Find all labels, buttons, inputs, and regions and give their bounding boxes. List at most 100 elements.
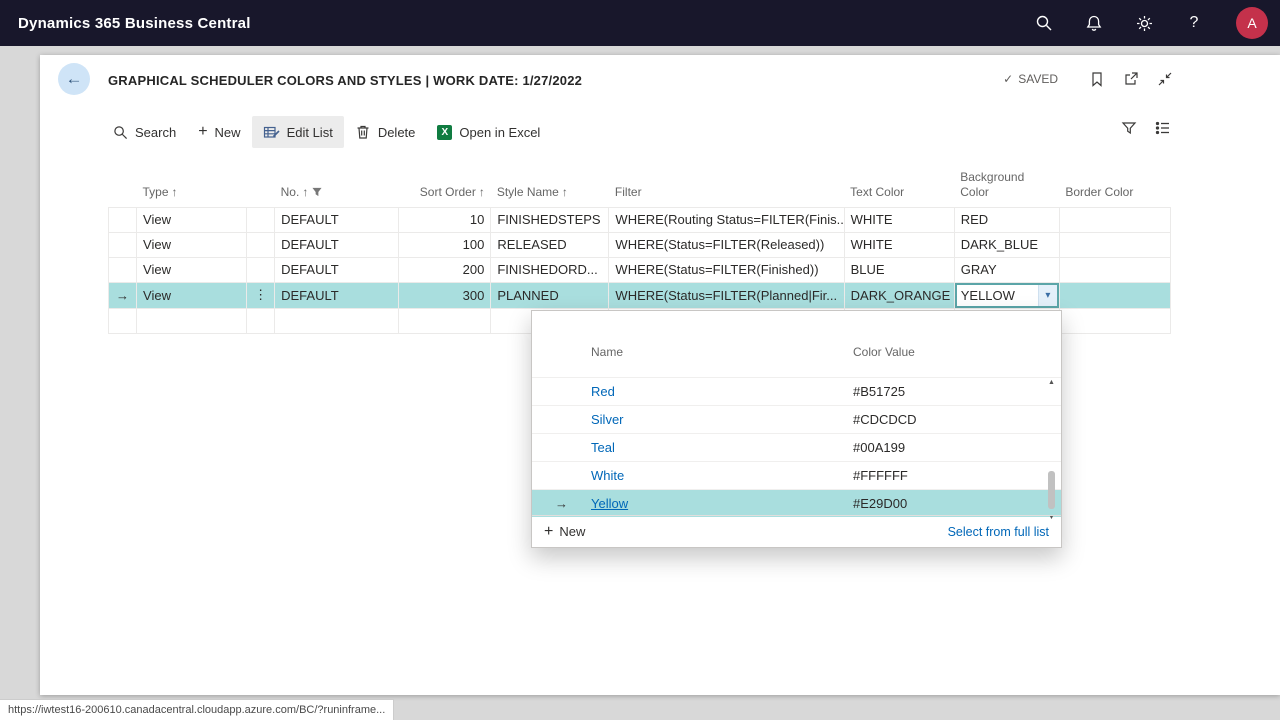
cell-sort-order[interactable]	[399, 308, 491, 333]
scroll-up-icon[interactable]: ▲	[1045, 379, 1058, 386]
back-arrow-icon: ←	[66, 69, 83, 89]
cell-no[interactable]: DEFAULT	[275, 282, 399, 308]
color-option-link[interactable]: Yellow	[591, 496, 853, 511]
cell-no[interactable]: DEFAULT	[275, 232, 399, 257]
styles-table: Type↑ No.↑ Sort Order↑ Style Name↑ Filte…	[108, 163, 1171, 334]
cell-background-color[interactable]: DARK_BLUE	[954, 232, 1059, 257]
cell-no[interactable]	[275, 308, 399, 333]
cell-sort-order[interactable]: 300	[399, 282, 491, 308]
scrollbar-thumb[interactable]	[1048, 471, 1055, 509]
cell-type[interactable]: View	[137, 207, 247, 232]
background-color-combobox[interactable]: YELLOW ▾	[955, 283, 1059, 308]
cell-text-color[interactable]: WHITE	[844, 207, 954, 232]
cell-no[interactable]: DEFAULT	[275, 207, 399, 232]
table-header-row: Type↑ No.↑ Sort Order↑ Style Name↑ Filte…	[109, 163, 1171, 207]
color-option-link[interactable]: Silver	[591, 412, 853, 427]
edit-list-button[interactable]: Edit List	[252, 116, 344, 148]
color-option-silver[interactable]: Silver #CDCDCD	[532, 405, 1061, 433]
cell-row-selector[interactable]	[109, 257, 137, 282]
cell-text-color[interactable]: BLUE	[844, 257, 954, 282]
table-row[interactable]: View DEFAULT 200 FINISHEDORD... WHERE(St…	[109, 257, 1171, 282]
cell-type[interactable]: View	[137, 232, 247, 257]
cell-row-selector[interactable]	[109, 207, 137, 232]
cell-text-color[interactable]: WHITE	[844, 232, 954, 257]
table-row-selected[interactable]: → View ⋮ DEFAULT 300 PLANNED WHERE(Statu…	[109, 282, 1171, 308]
cell-row-selector[interactable]	[109, 232, 137, 257]
cell-row-menu[interactable]	[247, 232, 275, 257]
cell-background-color[interactable]: GRAY	[954, 257, 1059, 282]
status-url: https://iwtest16-200610.canadacentral.cl…	[0, 699, 394, 720]
color-option-link[interactable]: Teal	[591, 440, 853, 455]
cell-filter[interactable]: WHERE(Status=FILTER(Finished))	[609, 257, 844, 282]
cell-style-name[interactable]: PLANNED	[491, 282, 609, 308]
settings-gear-icon[interactable]	[1134, 13, 1154, 33]
cell-background-color[interactable]: RED	[954, 207, 1059, 232]
dropdown-scrollbar[interactable]: ▲ ▼	[1045, 377, 1058, 523]
cell-filter[interactable]: WHERE(Status=FILTER(Planned|Fir...	[609, 282, 844, 308]
cell-filter[interactable]: WHERE(Routing Status=FILTER(Finis...	[609, 207, 844, 232]
help-icon[interactable]: ?	[1184, 13, 1204, 33]
delete-button[interactable]: Delete	[344, 116, 427, 148]
bookmark-icon[interactable]	[1088, 70, 1106, 88]
new-button[interactable]: + New	[187, 116, 251, 148]
cell-style-name[interactable]: FINISHEDSTEPS	[491, 207, 609, 232]
filter-icon[interactable]	[1120, 119, 1138, 137]
table-row[interactable]: View DEFAULT 10 FINISHEDSTEPS WHERE(Rout…	[109, 207, 1171, 232]
search-icon[interactable]	[1034, 13, 1054, 33]
cell-sort-order[interactable]: 10	[399, 207, 491, 232]
col-header-text-color[interactable]: Text Color	[844, 163, 954, 207]
open-in-new-window-icon[interactable]	[1122, 70, 1140, 88]
cell-border-color[interactable]	[1059, 207, 1170, 232]
table-row[interactable]: View DEFAULT 100 RELEASED WHERE(Status=F…	[109, 232, 1171, 257]
cell-row-selector[interactable]: →	[109, 282, 137, 308]
color-option-teal[interactable]: Teal #00A199	[532, 433, 1061, 461]
color-option-value: #FFFFFF	[853, 468, 908, 483]
grid-view-actions	[1120, 119, 1172, 137]
collapse-focus-icon[interactable]	[1156, 70, 1174, 88]
cell-row-menu[interactable]: ⋮	[247, 282, 275, 308]
cell-sort-order[interactable]: 100	[399, 232, 491, 257]
app-title[interactable]: Dynamics 365 Business Central	[18, 15, 251, 32]
color-option-yellow-selected[interactable]: → Yellow #E29D00	[532, 489, 1061, 517]
chevron-down-icon[interactable]: ▾	[1038, 285, 1057, 306]
cell-border-color[interactable]	[1059, 308, 1170, 333]
cell-sort-order[interactable]: 200	[399, 257, 491, 282]
cell-style-name[interactable]: RELEASED	[491, 232, 609, 257]
notifications-icon[interactable]	[1084, 13, 1104, 33]
cell-type[interactable]: View	[137, 257, 247, 282]
cell-no[interactable]: DEFAULT	[275, 257, 399, 282]
avatar[interactable]: A	[1236, 7, 1268, 39]
cell-border-color[interactable]	[1059, 232, 1170, 257]
search-button[interactable]: Search	[102, 116, 187, 148]
edit-list-icon	[263, 124, 280, 141]
cell-row-menu[interactable]	[247, 257, 275, 282]
sort-asc-icon: ↑	[479, 185, 485, 199]
cell-style-name[interactable]: FINISHEDORD...	[491, 257, 609, 282]
cell-border-color[interactable]	[1059, 282, 1170, 308]
color-option-link[interactable]: Red	[591, 384, 853, 399]
list-view-icon[interactable]	[1154, 119, 1172, 137]
col-header-border-color[interactable]: Border Color	[1059, 163, 1170, 207]
open-in-excel-button[interactable]: X Open in Excel	[426, 116, 551, 148]
color-option-white[interactable]: White #FFFFFF	[532, 461, 1061, 489]
cell-filter[interactable]: WHERE(Status=FILTER(Released))	[609, 232, 844, 257]
select-from-full-list-link[interactable]: Select from full list	[948, 525, 1049, 539]
col-header-background-color[interactable]: Background Color	[954, 163, 1059, 207]
dropdown-new-button[interactable]: + New	[544, 524, 585, 540]
col-header-no[interactable]: No.↑	[275, 163, 399, 207]
cell-row-menu[interactable]	[247, 308, 275, 333]
color-option-link[interactable]: White	[591, 468, 853, 483]
cell-text-color[interactable]: DARK_ORANGE	[844, 282, 954, 308]
row-menu-ellipsis-icon[interactable]: ⋮	[254, 287, 267, 302]
cell-row-selector[interactable]	[109, 308, 137, 333]
col-header-sort-order[interactable]: Sort Order↑	[399, 163, 491, 207]
col-header-style-name[interactable]: Style Name↑	[491, 163, 609, 207]
cell-type[interactable]: View	[137, 282, 247, 308]
back-button[interactable]: ←	[58, 63, 90, 95]
cell-border-color[interactable]	[1059, 257, 1170, 282]
color-option-red[interactable]: Red #B51725	[532, 377, 1061, 405]
cell-type[interactable]	[137, 308, 247, 333]
col-header-filter[interactable]: Filter	[609, 163, 844, 207]
col-header-type[interactable]: Type↑	[137, 163, 247, 207]
cell-row-menu[interactable]	[247, 207, 275, 232]
